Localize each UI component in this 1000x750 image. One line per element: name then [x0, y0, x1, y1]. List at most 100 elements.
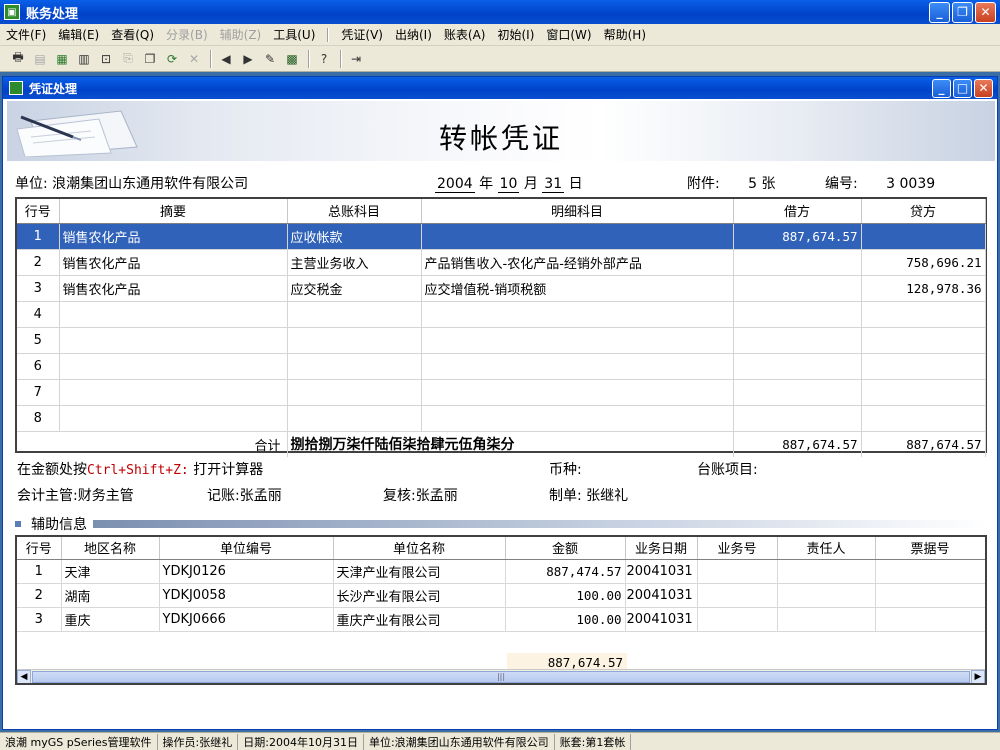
- aux-code-cell[interactable]: YDKJ0058: [159, 583, 334, 608]
- account-cell[interactable]: [287, 405, 422, 432]
- credit-cell[interactable]: [861, 301, 986, 328]
- summary-cell[interactable]: 销售农化产品: [59, 249, 288, 276]
- menu-entry[interactable]: 分录(B): [160, 26, 214, 43]
- summary-cell[interactable]: 销售农化产品: [59, 223, 288, 250]
- paste-icon[interactable]: ⎘: [118, 49, 138, 69]
- aux-row[interactable]: 3 重庆 YDKJ0666 重庆产业有限公司 100.00 20041031: [17, 607, 985, 632]
- table-row[interactable]: 5: [17, 327, 986, 354]
- aux-biznum-cell[interactable]: [697, 559, 778, 584]
- account-cell[interactable]: [287, 301, 422, 328]
- attachment-count[interactable]: 5 张: [748, 176, 775, 192]
- detail-cell[interactable]: [421, 223, 734, 250]
- aux-date-cell[interactable]: 20041031: [625, 559, 698, 584]
- credit-cell[interactable]: 128,978.36: [861, 275, 986, 302]
- voucher-number[interactable]: 3 0039: [886, 176, 935, 192]
- credit-cell[interactable]: [861, 405, 986, 432]
- debit-cell[interactable]: [733, 353, 862, 380]
- summary-cell[interactable]: [59, 379, 288, 406]
- day-field[interactable]: 31: [542, 176, 565, 193]
- pin-icon[interactable]: ✎: [260, 49, 280, 69]
- aux-biznum-cell[interactable]: [697, 583, 778, 608]
- aux-date-cell[interactable]: 20041031: [625, 607, 698, 632]
- credit-cell[interactable]: [861, 327, 986, 354]
- scroll-left-icon[interactable]: ◀: [17, 669, 31, 683]
- prev-icon[interactable]: ◀: [216, 49, 236, 69]
- aux-row[interactable]: 2 湖南 YDKJ0058 长沙产业有限公司 100.00 20041031: [17, 583, 985, 608]
- table-row[interactable]: 1 销售农化产品 应收帐款 887,674.57: [17, 223, 986, 250]
- print-icon[interactable]: 🖶: [8, 49, 28, 69]
- scroll-thumb[interactable]: |||: [32, 670, 970, 683]
- aux-owner-cell[interactable]: [777, 607, 876, 632]
- debit-cell[interactable]: 887,674.57: [733, 223, 862, 250]
- calculator-icon[interactable]: ▩: [282, 49, 302, 69]
- copy-icon[interactable]: ❐: [140, 49, 160, 69]
- scroll-right-icon[interactable]: ▶: [971, 669, 985, 683]
- debit-cell[interactable]: [733, 249, 862, 276]
- aux-amount-cell[interactable]: 100.00: [505, 583, 626, 608]
- credit-cell[interactable]: [861, 353, 986, 380]
- debit-cell[interactable]: [733, 405, 862, 432]
- month-field[interactable]: 10: [497, 176, 520, 193]
- detail-cell[interactable]: [421, 379, 734, 406]
- summary-cell[interactable]: [59, 327, 288, 354]
- debit-cell[interactable]: [733, 275, 862, 302]
- inner-maximize-button[interactable]: □: [953, 78, 972, 98]
- aux-region-cell[interactable]: 天津: [61, 559, 160, 584]
- detail-cell[interactable]: [421, 405, 734, 432]
- detail-cell[interactable]: 产品销售收入-农化产品-经销外部产品: [421, 249, 734, 276]
- account-cell[interactable]: [287, 379, 422, 406]
- table-row[interactable]: 7: [17, 379, 986, 406]
- refresh-icon[interactable]: ⟳: [162, 49, 182, 69]
- detail-cell[interactable]: [421, 327, 734, 354]
- minimize-button[interactable]: _: [929, 1, 950, 23]
- account-cell[interactable]: 主营业务收入: [287, 249, 422, 276]
- link-icon[interactable]: ⊡: [96, 49, 116, 69]
- aux-bill-cell[interactable]: [875, 607, 985, 632]
- detail-cell[interactable]: [421, 353, 734, 380]
- aux-region-cell[interactable]: 湖南: [61, 583, 160, 608]
- detail-cell[interactable]: [421, 301, 734, 328]
- summary-cell[interactable]: [59, 301, 288, 328]
- menu-edit[interactable]: 编辑(E): [52, 26, 105, 43]
- debit-cell[interactable]: [733, 327, 862, 354]
- account-cell[interactable]: 应交税金: [287, 275, 422, 302]
- account-cell[interactable]: [287, 327, 422, 354]
- aux-name-cell[interactable]: 天津产业有限公司: [333, 559, 506, 584]
- table-row[interactable]: 2 销售农化产品 主营业务收入 产品销售收入-农化产品-经销外部产品 758,6…: [17, 249, 986, 276]
- debit-cell[interactable]: [733, 301, 862, 328]
- menu-view[interactable]: 查看(Q): [105, 26, 160, 43]
- menu-window[interactable]: 窗口(W): [540, 26, 597, 43]
- aux-row[interactable]: 1 天津 YDKJ0126 天津产业有限公司 887,474.57 200410…: [17, 559, 985, 584]
- summary-cell[interactable]: 销售农化产品: [59, 275, 288, 302]
- detail-cell[interactable]: 应交增值税-销项税额: [421, 275, 734, 302]
- account-cell[interactable]: [287, 353, 422, 380]
- credit-cell[interactable]: [861, 223, 986, 250]
- restore-button[interactable]: ❐: [952, 1, 973, 23]
- inner-close-button[interactable]: ✕: [974, 78, 993, 98]
- summary-cell[interactable]: [59, 353, 288, 380]
- debit-cell[interactable]: [733, 379, 862, 406]
- aux-region-cell[interactable]: 重庆: [61, 607, 160, 632]
- table-row[interactable]: 8: [17, 405, 986, 432]
- aux-amount-cell[interactable]: 887,474.57: [505, 559, 626, 584]
- aux-owner-cell[interactable]: [777, 583, 876, 608]
- close-button[interactable]: ✕: [975, 1, 996, 23]
- delete-icon[interactable]: ✕: [184, 49, 204, 69]
- credit-cell[interactable]: 758,696.21: [861, 249, 986, 276]
- menu-aux[interactable]: 辅助(Z): [214, 26, 268, 43]
- table-icon[interactable]: ▥: [74, 49, 94, 69]
- aux-bill-cell[interactable]: [875, 583, 985, 608]
- inner-minimize-button[interactable]: _: [932, 78, 951, 98]
- table-row[interactable]: 4: [17, 301, 986, 328]
- next-icon[interactable]: ▶: [238, 49, 258, 69]
- aux-name-cell[interactable]: 长沙产业有限公司: [333, 583, 506, 608]
- aux-code-cell[interactable]: YDKJ0126: [159, 559, 334, 584]
- credit-cell[interactable]: [861, 379, 986, 406]
- aux-amount-cell[interactable]: 100.00: [505, 607, 626, 632]
- account-cell[interactable]: 应收帐款: [287, 223, 422, 250]
- menu-reports[interactable]: 账表(A): [438, 26, 492, 43]
- menu-help[interactable]: 帮助(H): [598, 26, 652, 43]
- menu-file[interactable]: 文件(F): [0, 26, 52, 43]
- help-icon[interactable]: ?: [314, 49, 334, 69]
- aux-bill-cell[interactable]: [875, 559, 985, 584]
